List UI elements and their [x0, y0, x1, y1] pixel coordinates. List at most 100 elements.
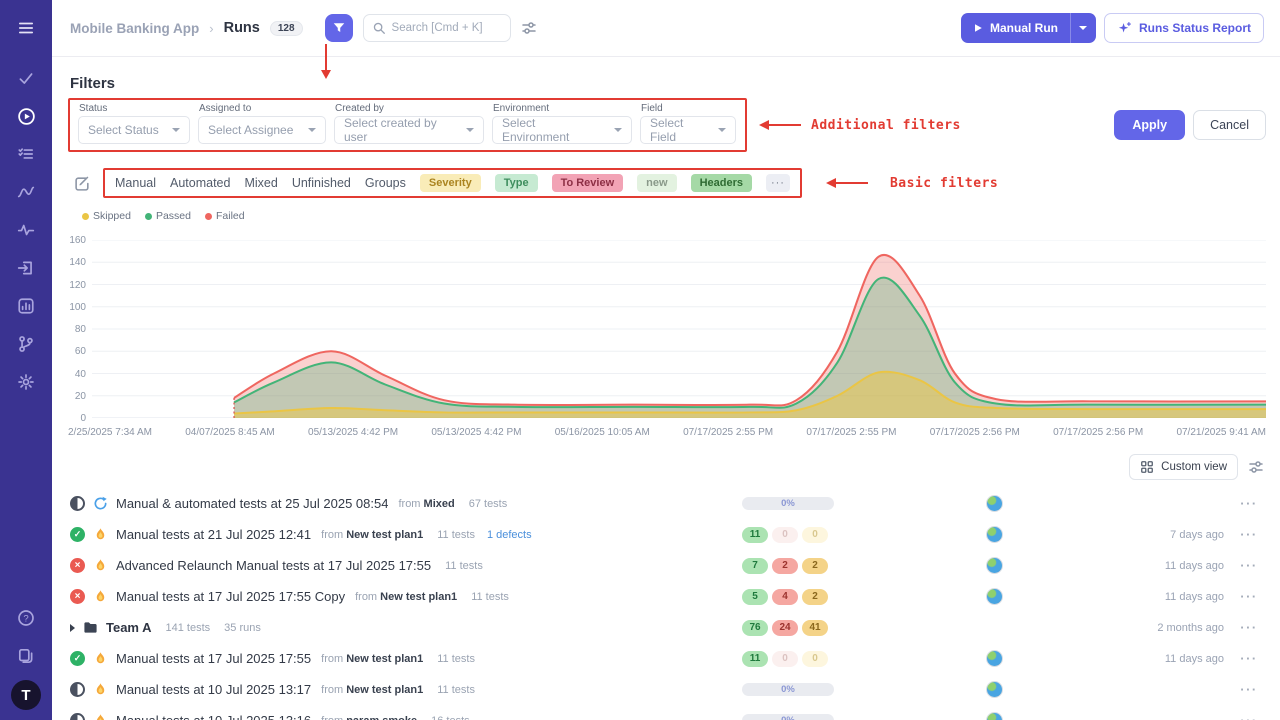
- x-tick-label: 05/16/2025 10:05 AM: [555, 427, 650, 438]
- run-row[interactable]: Manual tests at 10 Jul 2025 13:17from Ne…: [68, 674, 1266, 705]
- app-root: ?T Mobile Banking App › Runs 128 Manual …: [0, 0, 1280, 720]
- search-box[interactable]: [363, 14, 511, 42]
- chip-new[interactable]: new: [637, 174, 676, 192]
- row-menu-button[interactable]: ···: [1232, 713, 1266, 720]
- group-row[interactable]: Team A141 tests35 runs7624412 months ago…: [68, 612, 1266, 643]
- run-row[interactable]: ✓Manual tests at 21 Jul 2025 12:41from N…: [68, 519, 1266, 550]
- row-menu-button[interactable]: ···: [1232, 620, 1266, 635]
- pulse-icon: [17, 221, 35, 239]
- sidebar-item-suites[interactable]: [8, 136, 44, 172]
- sidebar-item-runs[interactable]: [8, 98, 44, 134]
- select-placeholder: Select Assignee: [208, 123, 293, 137]
- passed-count-badge: 11: [742, 527, 768, 543]
- filter-field-label: Environment: [493, 103, 632, 114]
- run-row[interactable]: Manual & automated tests at 25 Jul 2025 …: [68, 488, 1266, 519]
- sidebar-item-import[interactable]: [8, 250, 44, 286]
- defects-link[interactable]: 1 defects: [487, 529, 532, 541]
- tab-unfinished[interactable]: Unfinished: [292, 176, 351, 190]
- chevron-down-icon: [718, 128, 726, 132]
- x-tick-label: 2/25/2025 7:34 AM: [68, 427, 152, 438]
- app-logo[interactable]: T: [11, 680, 41, 710]
- avatar: [986, 526, 1003, 543]
- tab-groups[interactable]: Groups: [365, 176, 406, 190]
- sidebar-item-branches[interactable]: [8, 326, 44, 362]
- row-menu-button[interactable]: ···: [1232, 682, 1266, 697]
- failed-count-badge: 2: [772, 558, 798, 574]
- manual-run-button[interactable]: Manual Run: [961, 13, 1070, 43]
- legend-dot-icon: [145, 213, 152, 220]
- search-settings-icon[interactable]: [521, 20, 537, 36]
- sidebar-item-help[interactable]: ?: [8, 600, 44, 636]
- sidebar-item-reports[interactable]: [8, 288, 44, 324]
- chip-severity[interactable]: Severity: [420, 174, 481, 192]
- sidebar-item-tasks[interactable]: [8, 60, 44, 96]
- row-menu-button[interactable]: ···: [1232, 527, 1266, 542]
- status-passed-icon: ✓: [70, 527, 85, 542]
- tab-automated[interactable]: Automated: [170, 176, 230, 190]
- more-filters-button[interactable]: ···: [766, 174, 790, 192]
- row-menu-button[interactable]: ···: [1232, 496, 1266, 511]
- group-tests-count: 141 tests: [166, 622, 211, 634]
- y-tick-label: 160: [69, 235, 86, 246]
- run-row[interactable]: Manual tests at 10 Jul 2025 13:16from pa…: [68, 705, 1266, 720]
- custom-view-button[interactable]: Custom view: [1129, 454, 1238, 480]
- sidebar-item-analytics[interactable]: [8, 174, 44, 210]
- view-settings-icon[interactable]: [1248, 459, 1264, 475]
- sidebar-item-docs[interactable]: [8, 638, 44, 674]
- y-tick-label: 80: [75, 324, 86, 335]
- filter-select-field[interactable]: Select Field: [640, 116, 736, 144]
- y-tick-label: 120: [69, 280, 86, 291]
- chip-to-review[interactable]: To Review: [552, 174, 624, 192]
- run-tests-count: 11 tests: [437, 684, 475, 696]
- filter-toggle-button[interactable]: [325, 14, 353, 42]
- row-menu-button[interactable]: ···: [1232, 558, 1266, 573]
- run-row[interactable]: ✓Manual tests at 17 Jul 2025 17:55from N…: [68, 643, 1266, 674]
- passed-count-badge: 76: [742, 620, 768, 636]
- filter-select-environment[interactable]: Select Environment: [492, 116, 632, 144]
- chevron-down-icon: [308, 128, 316, 132]
- expand-chevron-icon[interactable]: [70, 624, 75, 632]
- avatar: [986, 588, 1003, 605]
- tab-mixed[interactable]: Mixed: [244, 176, 277, 190]
- run-row[interactable]: ×Advanced Relaunch Manual tests at 17 Ju…: [68, 550, 1266, 581]
- filter-select-status[interactable]: Select Status: [78, 116, 190, 144]
- chevron-down-icon: [1079, 26, 1087, 30]
- runs-area-chart: 160140120100806040200 2/25/2025 7:34 AM0…: [68, 230, 1266, 444]
- manual-run-dropdown-button[interactable]: [1070, 13, 1096, 43]
- additional-filters-annotation-box: StatusSelect StatusAssigned toSelect Ass…: [68, 98, 747, 152]
- tab-manual[interactable]: Manual: [115, 176, 156, 190]
- chip-headers[interactable]: Headers: [691, 174, 752, 192]
- chip-type[interactable]: Type: [495, 174, 538, 192]
- progress-bar: 0%: [742, 497, 834, 510]
- sidebar-item-menu[interactable]: [8, 10, 44, 46]
- filters-title: Filters: [70, 75, 1266, 92]
- compose-icon[interactable]: [74, 175, 91, 192]
- search-input[interactable]: [392, 22, 502, 34]
- passed-count-badge: 11: [742, 651, 768, 667]
- x-tick-label: 05/13/2025 4:42 PM: [431, 427, 521, 438]
- run-row[interactable]: ×Manual tests at 17 Jul 2025 17:55 Copyf…: [68, 581, 1266, 612]
- view-controls-row: Custom view: [68, 454, 1264, 480]
- skipped-count-badge: 41: [802, 620, 828, 636]
- row-menu-button[interactable]: ···: [1232, 651, 1266, 666]
- avatar: [986, 681, 1003, 698]
- sidebar-item-pulse[interactable]: [8, 212, 44, 248]
- run-source: from New test plan1: [321, 653, 423, 665]
- x-tick-label: 05/13/2025 4:42 PM: [308, 427, 398, 438]
- filter-select-created-by[interactable]: Select created by user: [334, 116, 484, 144]
- run-title: Manual & automated tests at 25 Jul 2025 …: [116, 496, 388, 511]
- apply-button[interactable]: Apply: [1114, 110, 1185, 140]
- cancel-button[interactable]: Cancel: [1193, 110, 1266, 140]
- legend-skipped: Skipped: [82, 210, 131, 222]
- runs-status-report-button[interactable]: Runs Status Report: [1104, 13, 1264, 43]
- filter-select-assigned-to[interactable]: Select Assignee: [198, 116, 326, 144]
- svg-text:?: ?: [23, 613, 28, 624]
- row-menu-button[interactable]: ···: [1232, 589, 1266, 604]
- annotation-arrow-left-icon: [757, 118, 803, 132]
- x-tick-label: 07/17/2025 2:56 PM: [1053, 427, 1143, 438]
- breadcrumb-project[interactable]: Mobile Banking App: [70, 21, 199, 36]
- sidebar-item-settings[interactable]: [8, 364, 44, 400]
- result-badges: 542: [742, 589, 822, 605]
- run-title: Manual tests at 17 Jul 2025 17:55 Copy: [116, 589, 345, 604]
- sidebar: ?T: [0, 0, 52, 720]
